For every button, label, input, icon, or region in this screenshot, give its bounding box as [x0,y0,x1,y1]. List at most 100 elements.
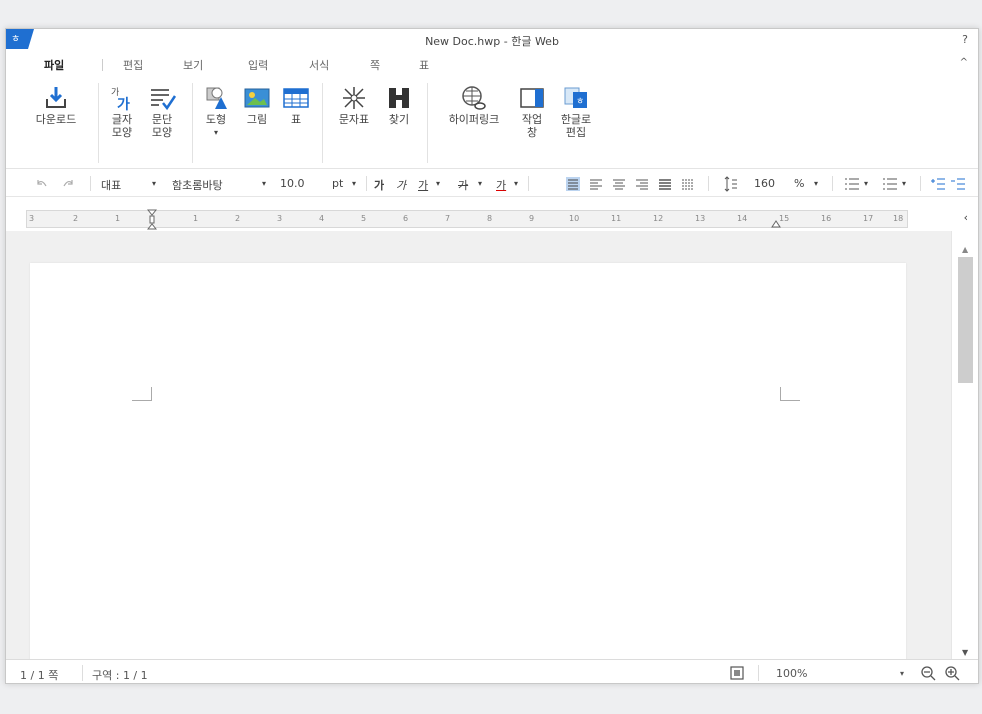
page-view-icon[interactable] [730,666,744,680]
ribbon-collapse-button[interactable]: ^ [960,57,968,68]
strikethrough-icon[interactable]: 가 [458,177,468,193]
toolbar-divider [366,176,367,191]
underline-icon[interactable]: 가 [418,177,428,193]
align-distribute-icon[interactable] [658,177,672,191]
edit-in-hangul-button[interactable]: ㅎ 한글로 편집 [556,83,596,139]
char-shape-icon: 가 가 [111,87,130,113]
shape-dropdown-icon[interactable]: ▾ [200,126,232,139]
symbol-icon [343,87,365,109]
toolbar-divider [832,176,833,191]
horizontal-ruler[interactable]: 3 2 1 1 2 3 4 5 6 7 8 9 10 11 12 13 14 1… [26,209,908,231]
hyperlink-label: 하이퍼링크 [448,113,500,126]
download-button[interactable]: 다운로드 [28,83,84,126]
line-spacing-dropdown-icon[interactable]: ▾ [814,179,818,188]
image-label: 그림 [246,113,268,126]
table-label: 표 [290,113,302,126]
ruler-label: 14 [737,214,748,223]
zoom-out-icon[interactable] [920,665,936,681]
scroll-up-icon[interactable]: ▲ [962,245,968,254]
redo-icon[interactable] [62,178,74,188]
font-select[interactable]: 함초롬바탕 [172,177,223,193]
ruler-label: 10 [569,214,580,223]
font-color-icon[interactable]: 가 [496,177,506,193]
menu-page[interactable]: 쪽 [370,57,380,73]
scroll-thumb[interactable] [958,257,973,383]
menu-edit[interactable]: 편집 [123,57,143,73]
style-dropdown-icon[interactable]: ▾ [152,179,156,188]
table-button[interactable]: 표 [281,83,311,126]
menu-insert[interactable]: 입력 [248,57,268,73]
unit-dropdown-icon[interactable]: ▾ [352,179,356,188]
ruler-label: 2 [73,214,79,223]
numbered-dropdown-icon[interactable]: ▾ [902,179,906,188]
line-spacing-input[interactable]: 160 [754,177,775,190]
font-color-dropdown-icon[interactable]: ▾ [514,179,518,188]
hyperlink-button[interactable]: 하이퍼링크 [439,83,509,126]
underline-dropdown-icon[interactable]: ▾ [436,179,440,188]
align-divide-icon[interactable] [681,177,695,191]
ruler-label: 2 [235,214,241,223]
ruler-label: 1 [115,214,121,223]
status-divider [82,665,83,681]
align-right-icon[interactable] [635,177,649,191]
symbol-button[interactable]: 문자표 [334,83,374,126]
style-select[interactable]: 대표 [101,177,121,193]
zoom-in-icon[interactable] [944,665,960,681]
left-indent-marker-icon[interactable] [147,209,157,231]
task-pane-label-2: 창 [526,126,538,139]
indent-decrease-icon[interactable] [950,177,966,191]
italic-icon[interactable]: 가 [396,177,406,193]
strike-dropdown-icon[interactable]: ▾ [478,179,482,188]
menu-format[interactable]: 서식 [309,57,329,73]
ruler-label: 3 [29,214,35,223]
font-unit-select[interactable]: pt [332,177,343,190]
bold-icon[interactable]: 가 [374,177,384,193]
ruler-label: 18 [893,214,904,223]
hangul-edit-label-2: 편집 [565,126,587,139]
download-icon [46,87,66,108]
para-shape-label-2: 모양 [151,126,173,139]
shape-button[interactable]: 도형 ▾ [200,83,232,139]
menu-divider [102,59,103,71]
bullet-list-icon[interactable] [844,177,860,191]
image-button[interactable]: 그림 [242,83,272,126]
para-shape-button[interactable]: 문단 모양 [146,83,178,139]
svg-text:ㅎ: ㅎ [576,97,584,107]
font-dropdown-icon[interactable]: ▾ [262,179,266,188]
formatting-toolbar: 대표 ▾ 함초롬바탕 ▾ 10.0 pt ▾ 가 가 가 ▾ 가 ▾ 가 ▾ 1… [6,171,978,197]
zoom-level[interactable]: 100% [776,667,807,680]
line-spacing-unit[interactable]: % [794,177,804,190]
bullet-dropdown-icon[interactable]: ▾ [864,179,868,188]
document-page[interactable] [30,263,906,663]
font-size-input[interactable]: 10.0 [280,177,305,190]
menu-table[interactable]: 표 [419,57,429,73]
ruler-label: 4 [319,214,325,223]
zoom-dropdown-icon[interactable]: ▾ [900,669,904,678]
numbered-list-icon[interactable] [882,177,898,191]
ribbon-toolbar: 다운로드 가 가 글자 모양 문단 모양 도형 ▾ 그림 표 문자표 찾기 하이… [6,77,978,169]
indent-increase-icon[interactable] [930,177,946,191]
right-indent-marker-icon[interactable] [771,219,781,228]
ruler-label: 7 [445,214,451,223]
scroll-down-icon[interactable]: ▼ [962,648,968,657]
find-button[interactable]: 찾기 [384,83,414,126]
ruler-label: 9 [529,214,535,223]
hangul-edit-icon: ㅎ [564,87,587,108]
line-spacing-icon[interactable] [724,176,738,192]
toolbar-divider [708,176,709,191]
menu-view[interactable]: 보기 [183,57,203,73]
undo-icon[interactable] [36,178,48,188]
align-justify-icon[interactable] [566,177,580,191]
task-pane-button[interactable]: 작업 창 [516,83,548,139]
vertical-scrollbar[interactable]: ▲ ▼ [951,231,978,659]
char-shape-button[interactable]: 가 가 글자 모양 [106,83,138,139]
task-pane-icon [520,88,544,108]
page-indicator: 1 / 1 쪽 [20,669,59,682]
ruler-toggle-icon[interactable]: ‹ [964,211,968,224]
help-button[interactable]: ? [962,33,968,46]
char-shape-label-2: 모양 [111,126,133,139]
align-left-icon[interactable] [589,177,603,191]
ruler-label: 17 [863,214,874,223]
align-center-icon[interactable] [612,177,626,191]
menu-file[interactable]: 파일 [44,57,64,73]
